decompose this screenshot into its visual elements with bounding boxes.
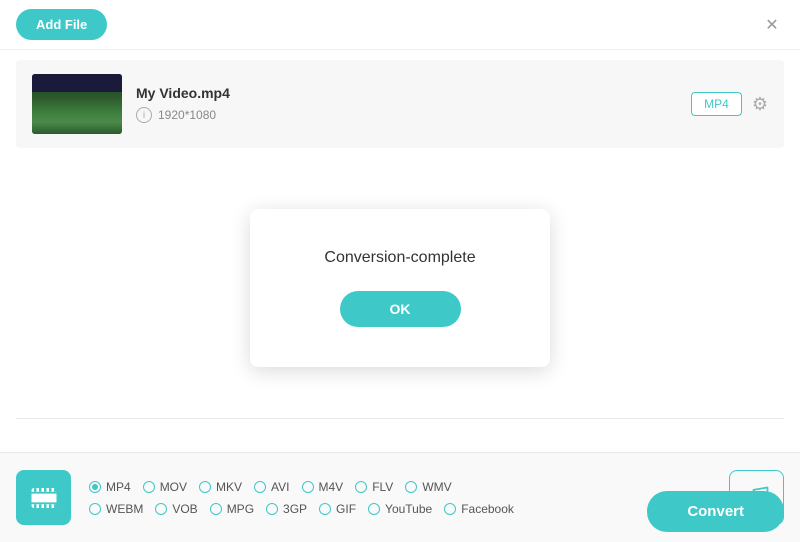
- format-label-mpg: MPG: [227, 502, 254, 516]
- radio-gif[interactable]: [319, 503, 331, 515]
- format-badge-button[interactable]: MP4: [691, 92, 742, 116]
- radio-mov[interactable]: [143, 481, 155, 493]
- format-label-mp4: MP4: [106, 480, 131, 494]
- format-option-mpg[interactable]: MPG: [210, 502, 254, 516]
- format-label-youtube: YouTube: [385, 502, 432, 516]
- format-label-3gp: 3GP: [283, 502, 307, 516]
- radio-webm[interactable]: [89, 503, 101, 515]
- close-button[interactable]: ✕: [760, 13, 784, 37]
- format-option-flv[interactable]: FLV: [355, 480, 393, 494]
- format-option-mkv[interactable]: MKV: [199, 480, 242, 494]
- format-label-facebook: Facebook: [461, 502, 514, 516]
- format-option-mov[interactable]: MOV: [143, 480, 187, 494]
- convert-button-area: Convert: [647, 491, 784, 532]
- radio-3gp[interactable]: [266, 503, 278, 515]
- radio-avi[interactable]: [254, 481, 266, 493]
- file-meta: i 1920*1080: [136, 107, 677, 123]
- file-info: My Video.mp4 i 1920*1080: [136, 85, 677, 123]
- main-content: Conversion-complete OK: [0, 158, 800, 418]
- modal-dialog: Conversion-complete OK: [250, 209, 550, 367]
- file-resolution: 1920*1080: [158, 108, 216, 122]
- format-label-mkv: MKV: [216, 480, 242, 494]
- modal-ok-button[interactable]: OK: [340, 291, 461, 327]
- radio-youtube[interactable]: [368, 503, 380, 515]
- radio-vob[interactable]: [155, 503, 167, 515]
- format-label-avi: AVI: [271, 480, 289, 494]
- radio-wmv[interactable]: [405, 481, 417, 493]
- format-option-webm[interactable]: WEBM: [89, 502, 143, 516]
- format-option-3gp[interactable]: 3GP: [266, 502, 307, 516]
- radio-mp4[interactable]: [89, 481, 101, 493]
- format-option-m4v[interactable]: M4V: [302, 480, 344, 494]
- modal-title: Conversion-complete: [310, 249, 490, 267]
- film-icon: [29, 483, 59, 513]
- format-label-mov: MOV: [160, 480, 187, 494]
- format-option-avi[interactable]: AVI: [254, 480, 289, 494]
- convert-button[interactable]: Convert: [647, 491, 784, 532]
- add-file-button[interactable]: Add File: [16, 9, 107, 40]
- file-item: My Video.mp4 i 1920*1080 MP4 ⚙: [16, 60, 784, 148]
- video-format-icon-box[interactable]: [16, 470, 71, 525]
- settings-icon[interactable]: ⚙: [752, 94, 768, 115]
- format-label-vob: VOB: [172, 502, 197, 516]
- radio-mkv[interactable]: [199, 481, 211, 493]
- format-option-wmv[interactable]: WMV: [405, 480, 451, 494]
- title-bar: Add File ✕: [0, 0, 800, 50]
- file-thumbnail: [32, 74, 122, 134]
- format-label-m4v: M4V: [319, 480, 344, 494]
- radio-m4v[interactable]: [302, 481, 314, 493]
- radio-facebook[interactable]: [444, 503, 456, 515]
- format-label-flv: FLV: [372, 480, 393, 494]
- info-icon: i: [136, 107, 152, 123]
- format-label-gif: GIF: [336, 502, 356, 516]
- format-option-facebook[interactable]: Facebook: [444, 502, 514, 516]
- radio-mpg[interactable]: [210, 503, 222, 515]
- format-option-youtube[interactable]: YouTube: [368, 502, 432, 516]
- format-label-wmv: WMV: [422, 480, 451, 494]
- format-label-webm: WEBM: [106, 502, 143, 516]
- file-name: My Video.mp4: [136, 85, 677, 101]
- radio-flv[interactable]: [355, 481, 367, 493]
- format-option-gif[interactable]: GIF: [319, 502, 356, 516]
- format-option-mp4[interactable]: MP4: [89, 480, 131, 494]
- file-actions: MP4 ⚙: [691, 92, 768, 116]
- divider: [16, 418, 784, 419]
- modal-overlay: Conversion-complete OK: [0, 158, 800, 418]
- format-option-vob[interactable]: VOB: [155, 502, 197, 516]
